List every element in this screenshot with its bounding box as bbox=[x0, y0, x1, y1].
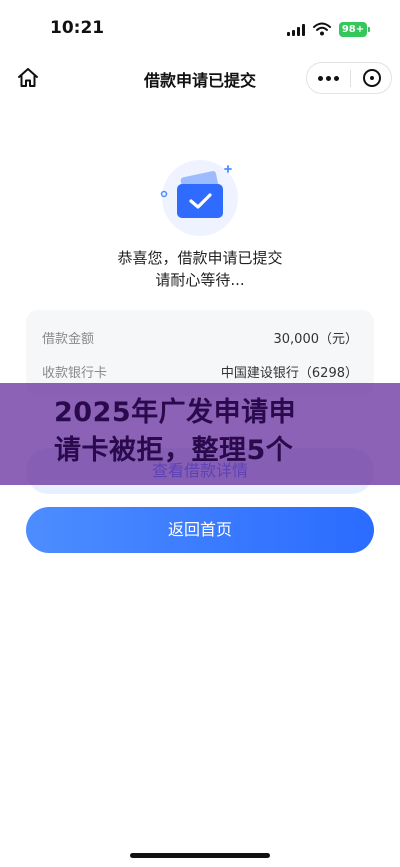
status-bar: 10:21 98+ bbox=[0, 0, 400, 58]
cellular-signal-icon bbox=[287, 24, 307, 36]
wifi-icon bbox=[313, 22, 331, 36]
more-icon[interactable] bbox=[307, 63, 350, 93]
loan-amount-label: 借款金额 bbox=[42, 332, 95, 347]
close-miniprogram-icon[interactable] bbox=[351, 63, 393, 93]
success-line-2: 请耐心等待... bbox=[155, 271, 245, 289]
loan-amount-row: 借款金额 30,000（元） bbox=[42, 328, 358, 350]
nav-bar: 借款申请已提交 bbox=[0, 58, 400, 98]
home-indicator[interactable] bbox=[130, 853, 270, 858]
loan-amount-value: 30,000（元） bbox=[273, 332, 359, 347]
miniprogram-capsule bbox=[306, 62, 392, 94]
battery-tip bbox=[368, 27, 370, 32]
bank-card-label: 收款银行卡 bbox=[42, 366, 108, 381]
bank-card-value: 中国建设银行（6298） bbox=[220, 366, 358, 381]
bank-card-row: 收款银行卡 中国建设银行（6298） bbox=[42, 362, 358, 384]
overlay-headline: 2025年广发申请申 请卡被拒，整理5个 bbox=[54, 397, 297, 466]
card-check-icon bbox=[160, 160, 238, 236]
battery-icon: 98+ bbox=[339, 22, 367, 37]
status-time: 10:21 bbox=[50, 18, 105, 38]
success-line-1: 恭喜您，借款申请已提交 bbox=[117, 249, 283, 267]
back-home-button[interactable]: 返回首页 bbox=[26, 507, 374, 553]
success-message: 恭喜您，借款申请已提交 请耐心等待... bbox=[0, 247, 400, 291]
